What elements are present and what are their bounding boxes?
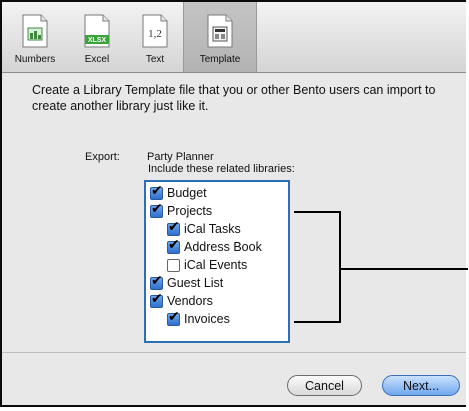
toolbar-label-template: Template [199,54,241,65]
export-library-name: Party Planner [147,151,214,163]
export-panel: Create a Library Template file that you … [2,73,468,351]
annotation-bracket-vertical [339,211,341,323]
export-label: Export: [85,151,120,163]
library-label: iCal Tasks [184,222,241,236]
library-label: iCal Events [184,258,248,272]
budget-checkbox[interactable] [150,183,163,200]
toolbar-item-numbers[interactable]: Numbers [7,2,63,72]
library-item-budget[interactable]: Budget [150,183,207,202]
library-item-ical-events[interactable]: iCal Events [167,256,247,274]
toolbar-item-excel[interactable]: XLSX Excel [69,2,125,72]
library-label: Projects [167,204,213,218]
excel-xlsx-icon: XLSX [84,14,110,48]
address-book-checkbox[interactable] [167,237,180,254]
library-item-guest-list[interactable]: Guest List [150,273,224,292]
include-libraries-label: Include these related libraries: [148,163,295,175]
library-item-address-book[interactable]: Address Book [167,237,262,256]
projects-checkbox[interactable] [150,201,163,218]
text-file-icon: 1,2 [142,14,168,48]
toolbar-item-text[interactable]: 1,2 Text [127,2,183,72]
guest-list-checkbox[interactable] [150,273,163,290]
vendors-checkbox[interactable] [150,291,163,308]
library-label: Guest List [167,276,224,290]
next-button[interactable]: Next... [382,375,460,396]
template-icon [207,14,233,48]
library-item-projects[interactable]: Projects [150,201,213,220]
library-label: Address Book [184,240,262,254]
annotation-line-bottom [294,321,340,323]
toolbar-item-template[interactable]: Template [183,2,257,72]
library-label: Budget [167,186,207,200]
toolbar-label-numbers: Numbers [14,54,56,65]
library-item-invoices[interactable]: Invoices [167,309,230,328]
library-label: Invoices [184,312,230,326]
ical-events-checkbox[interactable] [167,258,180,272]
annotation-line-top [294,211,340,213]
ical-tasks-checkbox[interactable] [167,219,180,236]
library-label: Vendors [167,294,213,308]
annotation-line-pointer [340,268,468,270]
text-badge-text: 1,2 [148,28,162,40]
library-item-ical-tasks[interactable]: iCal Tasks [167,219,241,238]
invoices-checkbox[interactable] [167,309,180,326]
description-text: Create a Library Template file that you … [32,83,436,113]
excel-badge-text: XLSX [88,37,107,44]
export-window: Numbers XLSX Excel 1,2 Text Template Cre… [0,0,468,407]
toolbar-label-excel: Excel [84,54,110,65]
numbers-icon [22,14,48,48]
related-libraries-list[interactable]: Budget Projects iCal Tasks Address Book … [144,180,290,343]
toolbar: Numbers XLSX Excel 1,2 Text Template [2,2,466,73]
library-item-vendors[interactable]: Vendors [150,291,213,310]
toolbar-label-text: Text [145,54,165,65]
footer-divider [2,352,466,353]
cancel-button[interactable]: Cancel [287,375,362,396]
